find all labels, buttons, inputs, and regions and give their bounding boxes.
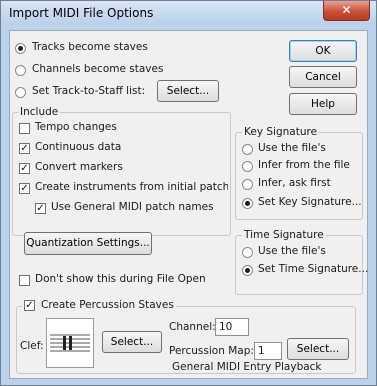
label-key-set-signature: Set Key Signature... <box>258 196 362 208</box>
import-midi-dialog: Import MIDI File Options ✕ Tracks become… <box>0 0 377 386</box>
label-create-percussion-staves: Create Percussion Staves <box>41 299 174 311</box>
checkbox-create-instruments[interactable]: ✓ <box>19 183 30 194</box>
label-tempo-changes: Tempo changes <box>35 121 117 133</box>
label-create-instruments: Create instruments from initial patches <box>35 181 228 193</box>
title-bar[interactable]: Import MIDI File Options ✕ <box>1 1 376 25</box>
percussion-map-select-button[interactable]: Select... <box>287 338 349 360</box>
channel-field[interactable]: 10 <box>215 318 249 336</box>
percussion-map-name: General MIDI Entry Playback <box>172 361 322 373</box>
radio-tracks-become-staves[interactable] <box>15 43 26 54</box>
checkbox-convert-markers[interactable]: ✓ <box>19 163 30 174</box>
label-key-infer-ask: Infer, ask first <box>258 177 331 189</box>
label-set-track-to-staff-list: Set Track-to-Staff list: <box>32 85 146 97</box>
radio-time-set-signature[interactable] <box>242 265 253 276</box>
radio-key-set-signature[interactable] <box>242 198 253 209</box>
percussion-map-label: Percussion Map: <box>169 345 254 357</box>
label-convert-markers: Convert markers <box>35 161 123 173</box>
label-time-set-signature: Set Time Signature... <box>258 263 369 275</box>
checkbox-tempo-changes[interactable] <box>19 123 30 134</box>
label-time-use-file: Use the file's <box>258 245 326 257</box>
track-staff-select-button[interactable]: Select... <box>157 80 219 102</box>
label-tracks-become-staves: Tracks become staves <box>32 41 148 53</box>
include-group-title: Include <box>18 106 61 118</box>
checkbox-continuous-data[interactable]: ✓ <box>19 143 30 154</box>
label-key-use-file: Use the file's <box>258 142 326 154</box>
clef-label: Clef: <box>20 340 44 352</box>
dialog-body: Tracks become staves Channels become sta… <box>9 30 368 379</box>
close-button[interactable]: ✕ <box>323 1 370 21</box>
cancel-button[interactable]: Cancel <box>289 66 357 88</box>
label-channels-become-staves: Channels become staves <box>32 63 164 75</box>
percussion-clef-icon <box>50 334 90 352</box>
label-general-midi-patch-names: Use General MIDI patch names <box>51 201 214 213</box>
close-icon: ✕ <box>341 3 352 17</box>
help-button[interactable]: Help <box>289 93 357 115</box>
clef-select-button[interactable]: Select... <box>102 331 162 353</box>
radio-key-use-file[interactable] <box>242 144 253 155</box>
checkbox-dont-show[interactable] <box>19 275 30 286</box>
percussion-clef-preview <box>46 318 94 368</box>
percussion-map-field[interactable]: 1 <box>254 342 282 360</box>
dialog-title: Import MIDI File Options <box>9 6 154 20</box>
radio-key-infer[interactable] <box>242 161 253 172</box>
quantization-settings-button[interactable]: Quantization Settings... <box>24 232 152 255</box>
checkbox-create-percussion-staves[interactable]: ✓ <box>24 300 35 311</box>
checkbox-general-midi-patch-names[interactable]: ✓ <box>35 203 46 214</box>
radio-time-use-file[interactable] <box>242 247 253 258</box>
time-signature-group-title: Time Signature <box>242 229 326 241</box>
label-key-infer: Infer from the file <box>258 159 350 171</box>
radio-set-track-to-staff-list[interactable] <box>15 87 26 98</box>
radio-channels-become-staves[interactable] <box>15 65 26 76</box>
label-dont-show: Don't show this during File Open <box>35 273 206 285</box>
ok-button[interactable]: OK <box>289 40 357 62</box>
label-continuous-data: Continuous data <box>35 141 122 153</box>
percussion-group-header: ✓ Create Percussion Staves <box>22 299 176 313</box>
radio-key-infer-ask[interactable] <box>242 179 253 190</box>
channel-label: Channel: <box>169 321 216 333</box>
key-signature-group-title: Key Signature <box>242 126 320 138</box>
